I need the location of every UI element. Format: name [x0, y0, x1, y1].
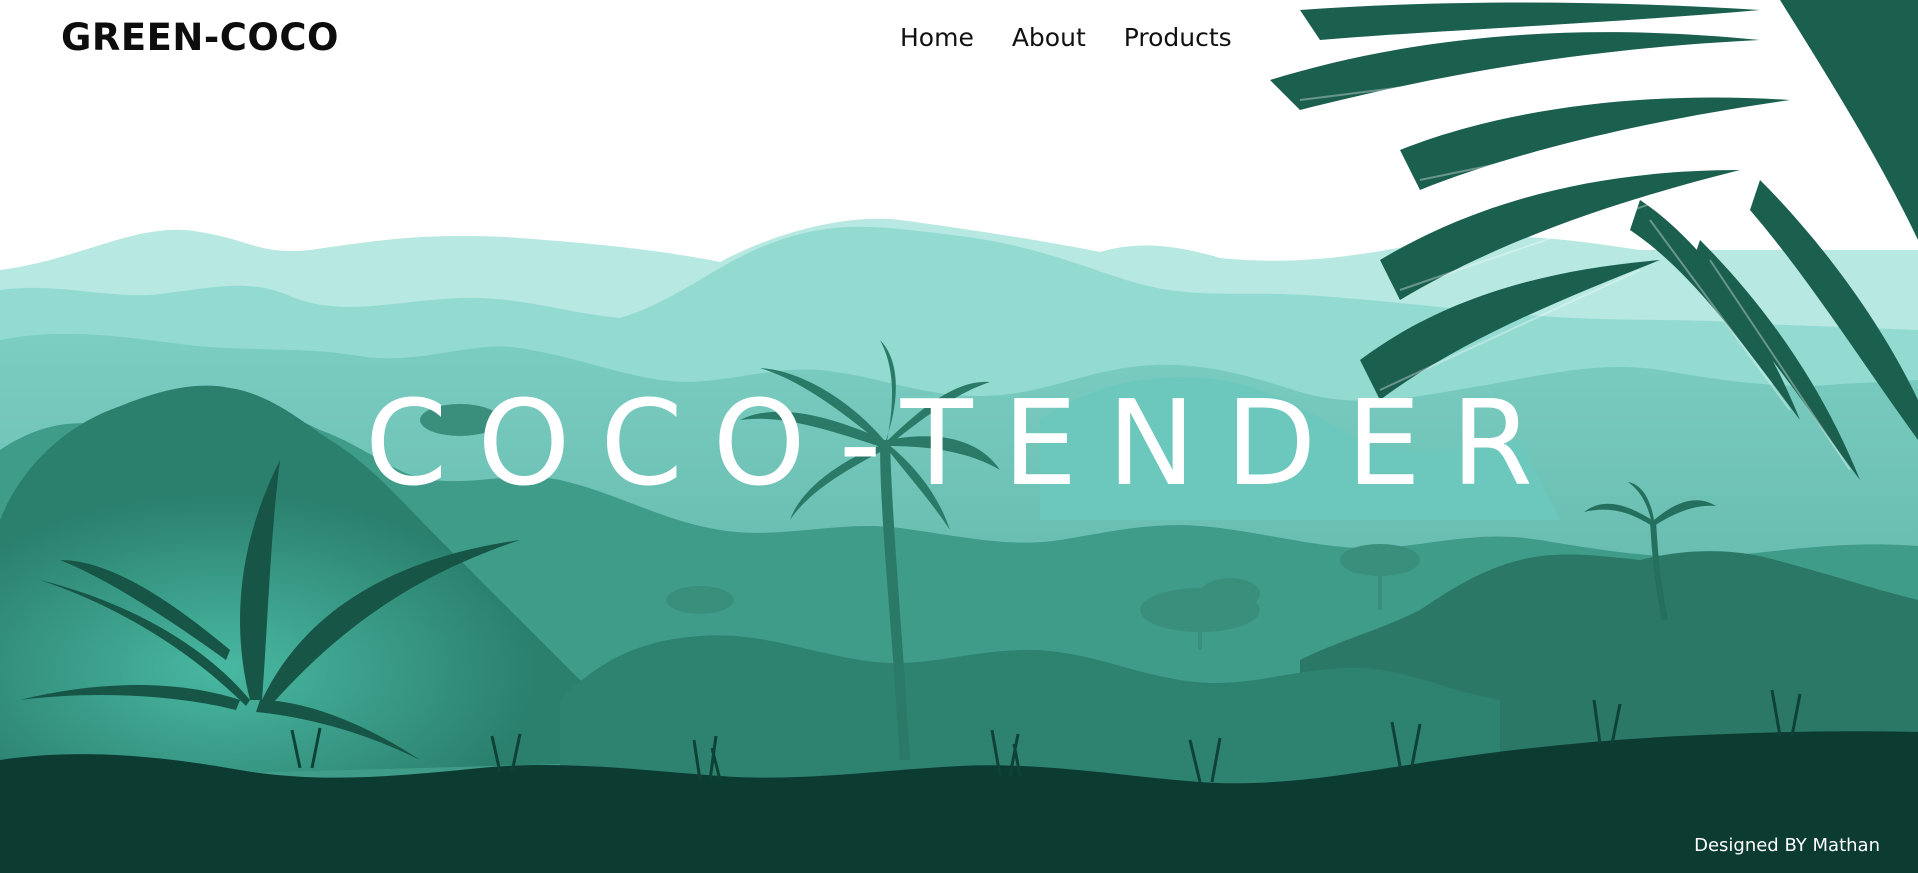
site-logo[interactable]: GREEN-COCO [61, 14, 339, 62]
hero-title: COCO-TENDER [365, 374, 1563, 512]
designer-credit: Designed BY Mathan [1694, 835, 1880, 856]
nav-link-about[interactable]: About [1012, 18, 1086, 58]
main-navigation: Home About Products [900, 18, 1232, 58]
nav-link-products[interactable]: Products [1124, 18, 1232, 58]
nav-link-home[interactable]: Home [900, 18, 974, 58]
landing-page: GREEN-COCO Home About Products COCO-TEND… [0, 0, 1918, 873]
